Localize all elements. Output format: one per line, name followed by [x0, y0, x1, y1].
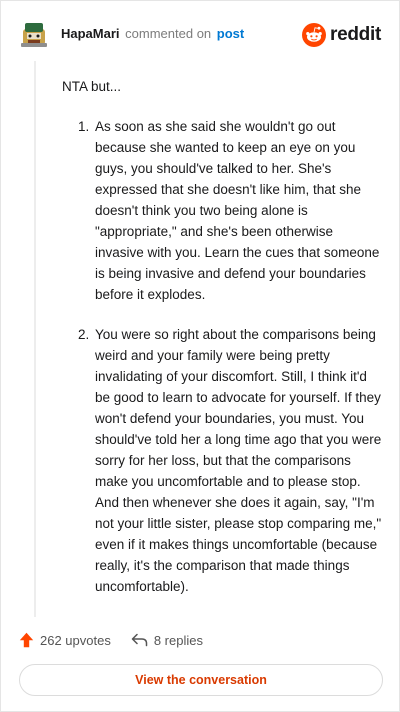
reddit-logo[interactable]: reddit — [302, 22, 381, 48]
byline-action: commented on — [125, 26, 212, 41]
replies-control[interactable]: 8 replies — [131, 633, 203, 648]
list-item: You were so right about the comparisons … — [93, 324, 382, 597]
comment-footer: 262 upvotes 8 replies — [19, 629, 203, 651]
comment-list: As soon as she said she wouldn't go out … — [62, 116, 382, 597]
comment-header: HapaMari commented on post reddit — [19, 19, 381, 51]
comment-card: HapaMari commented on post reddit NTA bu… — [0, 0, 400, 712]
brand-wordmark: reddit — [330, 24, 381, 45]
list-item: As soon as she said she wouldn't go out … — [93, 116, 382, 305]
upvote-count: 262 upvotes — [40, 632, 111, 648]
upvote-arrow-icon[interactable] — [19, 632, 34, 648]
avatar[interactable] — [19, 19, 49, 49]
reddit-snoo-icon — [302, 23, 327, 47]
replies-count: 8 replies — [153, 632, 203, 648]
comment-byline: HapaMari commented on post — [61, 26, 244, 42]
comment-intro: NTA but... — [62, 79, 122, 94]
thread-line[interactable] — [34, 61, 36, 617]
comment-body: NTA but... As soon as she said she would… — [62, 76, 382, 616]
upvote-control[interactable]: 262 upvotes — [19, 632, 111, 648]
post-link[interactable]: post — [217, 26, 244, 41]
reply-arrow-icon[interactable] — [131, 633, 148, 647]
view-conversation-button[interactable]: View the conversation — [19, 664, 383, 696]
author-name[interactable]: HapaMari — [61, 26, 120, 41]
